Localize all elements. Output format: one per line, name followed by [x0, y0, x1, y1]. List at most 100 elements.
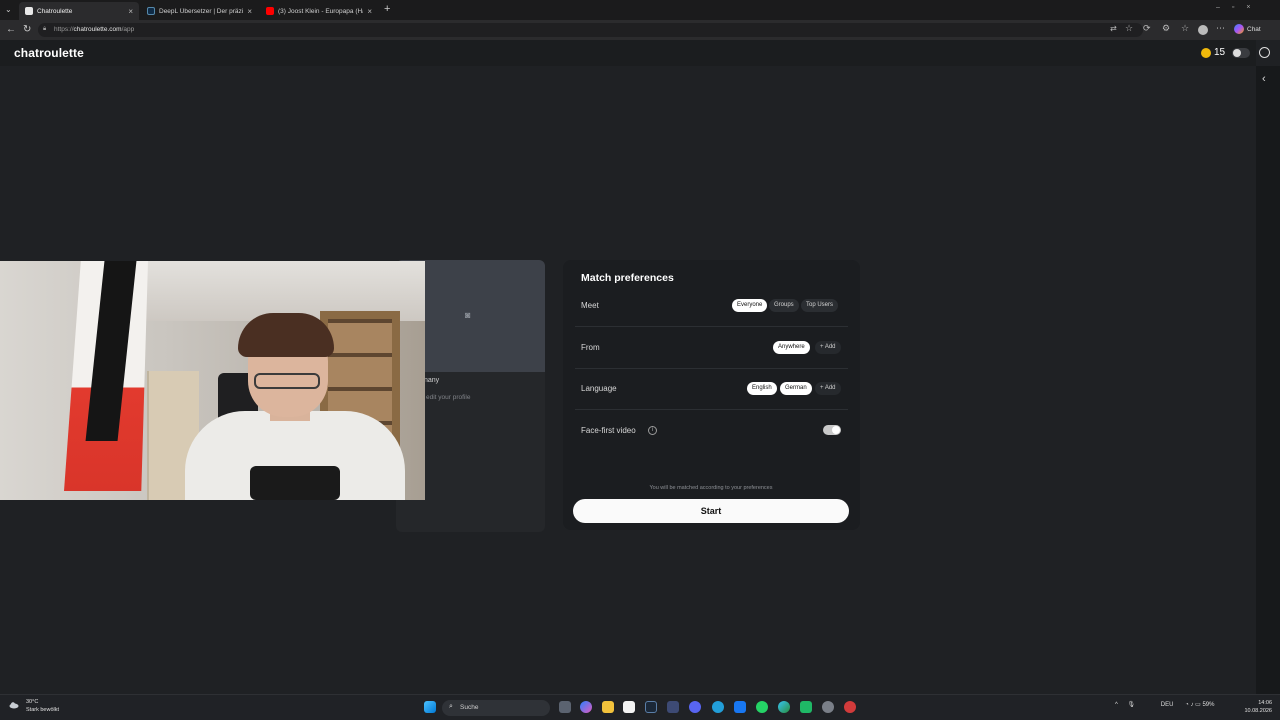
task-view-icon[interactable] — [559, 701, 571, 713]
collections-icon[interactable]: ☆ — [1181, 23, 1189, 34]
input-language[interactable]: DEU — [1161, 702, 1174, 708]
close-tab-icon[interactable]: × — [367, 7, 372, 16]
store-icon[interactable] — [623, 701, 635, 713]
clock-date: 10.08.2026 — [1244, 708, 1272, 714]
taskbar — [0, 694, 1280, 720]
match-preferences-title: Match preferences — [581, 272, 674, 284]
tab-deepl[interactable]: DeepL Übersetzer | Der präziseste × — [141, 2, 258, 20]
battery-level: 59% — [1202, 702, 1215, 708]
recording-icon[interactable] — [844, 701, 856, 713]
meet-groups-chip[interactable]: Groups — [769, 299, 799, 312]
settings-icon[interactable] — [822, 701, 834, 713]
meet-top-users-chip[interactable]: Top Users — [801, 299, 839, 312]
file-explorer-icon[interactable] — [602, 701, 614, 713]
back-icon[interactable]: ← — [6, 24, 16, 35]
divider — [575, 409, 848, 410]
language-label: Language — [581, 384, 617, 393]
clock-time: 14:06 — [1258, 700, 1272, 706]
deepl-favicon-icon — [147, 7, 155, 15]
from-add-button[interactable]: + Add — [815, 341, 841, 354]
tab-title: Chatroulette — [37, 7, 73, 15]
battery-icon[interactable]: ▭ — [1195, 702, 1201, 708]
split-screen-icon[interactable]: ⚙︎ — [1162, 23, 1170, 34]
close-tab-icon[interactable]: × — [128, 7, 133, 16]
divider — [575, 326, 848, 327]
url-host: chatroulette.com — [73, 26, 122, 33]
tab-youtube[interactable]: (3) Joost Klein - Europapa (Hardst × — [260, 2, 378, 20]
language-german-chip[interactable]: German — [780, 382, 812, 395]
weather-desc: Stark bewölkt — [26, 707, 60, 713]
taskbar-clock[interactable]: 14:06 10.08.2026 — [1240, 699, 1272, 715]
profile-avatar-icon[interactable] — [1198, 25, 1208, 35]
refresh-icon[interactable]: ↻ — [23, 24, 31, 35]
language-english-chip[interactable]: English — [747, 382, 777, 395]
site-header — [0, 40, 1256, 66]
match-note: You will be matched according to your pr… — [649, 485, 773, 491]
copilot-chat-button[interactable]: Chat — [1234, 24, 1261, 34]
meet-everyone-chip[interactable]: Everyone — [732, 299, 768, 312]
chevron-left-icon[interactable]: ‹ — [1262, 73, 1266, 85]
weather-widget[interactable]: 30°C Stark bewölkt — [26, 698, 59, 714]
youtube-favicon-icon — [266, 7, 274, 15]
profile-country: nany — [424, 377, 440, 384]
chat-app-icon[interactable] — [800, 701, 812, 713]
translate-icon[interactable]: ⇄ — [1110, 24, 1117, 33]
whatsapp-icon[interactable] — [756, 701, 768, 713]
url-prefix: https:// — [54, 26, 74, 33]
app-icon[interactable] — [667, 701, 679, 713]
windows-start-icon[interactable] — [424, 701, 436, 713]
webcam-video — [0, 261, 425, 500]
url-input[interactable]: https://chatroulette.com/app — [38, 23, 1143, 37]
window-controls[interactable]: –▫× — [1216, 4, 1262, 11]
messenger-icon[interactable] — [734, 701, 746, 713]
tab-title: DeepL Übersetzer | Der präziseste — [159, 7, 244, 15]
camera-icon[interactable]: ◙ — [465, 310, 470, 320]
coin-icon — [1201, 47, 1211, 58]
chatroulette-favicon-icon — [25, 7, 33, 15]
discord-icon[interactable] — [689, 701, 701, 713]
system-tray[interactable]: ^ 🎙︎ DEU ◔ ♪ ▭ 59% — [1115, 701, 1214, 708]
account-icon[interactable] — [1259, 47, 1270, 58]
extensions-icon[interactable]: ⟳ — [1143, 23, 1151, 34]
edit-profile-link[interactable]: edit your profile — [426, 394, 470, 401]
from-anywhere-chip[interactable]: Anywhere — [773, 341, 810, 354]
new-tab-icon[interactable]: + — [384, 3, 390, 15]
tab-list-icon[interactable]: ⌄ — [5, 5, 12, 14]
from-label: From — [581, 343, 600, 352]
taskbar-search[interactable]: Suche — [442, 700, 550, 716]
favorite-star-icon[interactable]: ☆ — [1125, 23, 1133, 34]
wifi-icon[interactable]: ◔ — [1185, 702, 1189, 708]
edge-icon[interactable] — [778, 701, 790, 713]
volume-icon[interactable]: ♪ — [1190, 702, 1193, 708]
video-person-glasses — [254, 373, 320, 389]
language-add-button[interactable]: + Add — [815, 382, 841, 395]
microphone-icon[interactable]: 🎙︎ — [1128, 702, 1136, 708]
chat-label: Chat — [1247, 25, 1261, 33]
video-person-hair — [238, 313, 334, 357]
url-path: /app — [121, 26, 135, 33]
tab-chatroulette[interactable]: Chatroulette × — [19, 2, 139, 20]
steam-icon[interactable] — [645, 701, 657, 713]
tray-chevron-up-icon[interactable]: ^ — [1115, 702, 1118, 708]
close-tab-icon[interactable]: × — [247, 7, 252, 16]
divider — [575, 368, 848, 369]
cloud-icon[interactable] — [9, 700, 19, 710]
copilot-icon — [1234, 24, 1244, 34]
face-first-label: Face-first video — [581, 426, 636, 435]
start-button[interactable]: Start — [573, 499, 849, 523]
meet-label: Meet — [581, 301, 599, 310]
search-icon: ⌕ — [449, 703, 453, 710]
more-menu-icon[interactable]: ⋯ — [1216, 23, 1225, 34]
tab-title: (3) Joost Klein - Europapa (Hardst — [278, 7, 363, 15]
theme-toggle[interactable] — [1232, 48, 1250, 58]
telegram-icon[interactable] — [712, 701, 724, 713]
info-icon[interactable]: i — [648, 426, 657, 435]
weather-temp: 30°C — [26, 699, 39, 705]
video-shirt-print — [250, 466, 340, 500]
copilot-taskbar-icon[interactable] — [580, 701, 592, 713]
face-first-toggle[interactable] — [823, 425, 841, 435]
coin-balance[interactable]: 15 — [1201, 47, 1225, 58]
lock-icon[interactable]: 🔒︎ — [43, 26, 46, 33]
coin-count: 15 — [1214, 47, 1226, 58]
site-logo[interactable]: chatroulette — [14, 46, 84, 60]
